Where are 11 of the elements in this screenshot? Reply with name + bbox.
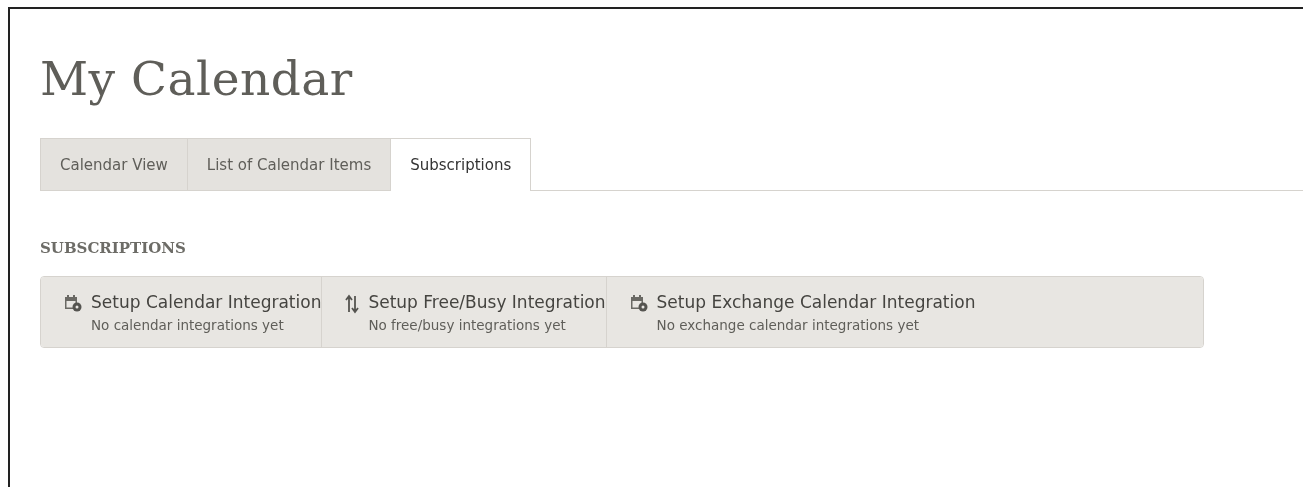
calendar-icon (629, 294, 648, 312)
page-title: My Calendar (40, 50, 353, 108)
section-heading: SUBSCRIPTIONS (40, 239, 186, 257)
integration-button[interactable]: Setup Exchange Calendar Integration No exchange calendar integrations yet (606, 277, 1203, 347)
up-down-arrows-icon (345, 294, 360, 314)
tab[interactable]: Subscriptions (390, 138, 532, 191)
calendar-icon (64, 294, 82, 312)
integration-button[interactable]: Setup Calendar Integration No calendar integrations yet (41, 277, 323, 347)
integration-button[interactable]: Setup Free/Busy Integration No free/busy integrations yet (322, 277, 607, 347)
tab[interactable]: List of Calendar Items (186, 138, 392, 190)
tab[interactable]: Calendar View (40, 138, 188, 190)
